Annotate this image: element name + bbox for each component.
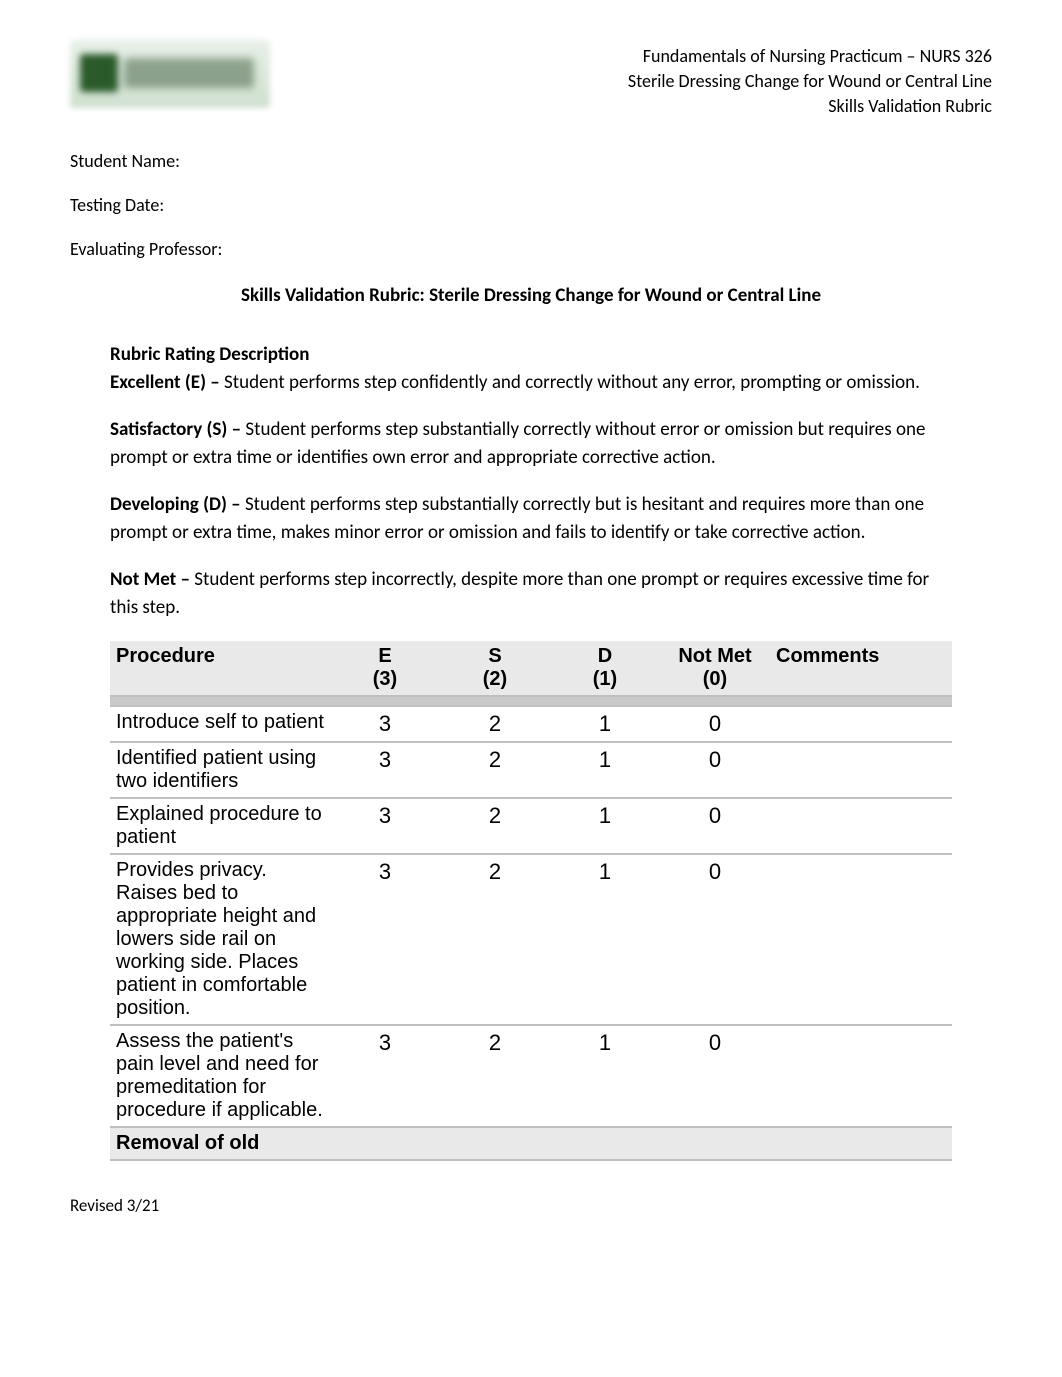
score-e: 3 <box>330 798 440 854</box>
procedure-cell: Provides privacy. Raises bed to appropri… <box>110 854 330 1025</box>
score-s: 2 <box>440 798 550 854</box>
score-nm: 0 <box>660 798 770 854</box>
col-header-notmet: Not Met(0) <box>660 641 770 696</box>
rubric-table: Procedure E(3) S(2) D(1) Not Met(0) Comm… <box>110 641 952 1161</box>
section-label: Removal of old <box>110 1127 952 1160</box>
rubric-notmet-text: Student performs step incorrectly, despi… <box>110 568 929 619</box>
procedure-cell: Identified patient using two identifiers <box>110 742 330 798</box>
score-d: 1 <box>550 742 660 798</box>
score-s: 2 <box>440 742 550 798</box>
table-row: Provides privacy. Raises bed to appropri… <box>110 854 952 1025</box>
header-line-1: Fundamentals of Nursing Practicum – NURS… <box>628 44 992 69</box>
comments-cell <box>770 798 952 854</box>
student-name-field: Student Name: <box>70 150 992 172</box>
procedure-cell: Explained procedure to patient <box>110 798 330 854</box>
col-header-e: E(3) <box>330 641 440 696</box>
header-line-3: Skills Validation Rubric <box>628 94 992 119</box>
testing-date-field: Testing Date: <box>70 194 992 216</box>
score-e: 3 <box>330 854 440 1025</box>
score-s: 2 <box>440 706 550 742</box>
score-e: 3 <box>330 742 440 798</box>
rubric-developing-label: Developing (D) – <box>110 493 245 516</box>
table-row: Assess the patient's pain level and need… <box>110 1025 952 1127</box>
table-header-row: Procedure E(3) S(2) D(1) Not Met(0) Comm… <box>110 641 952 696</box>
header-text-block: Fundamentals of Nursing Practicum – NURS… <box>628 40 992 120</box>
table-row: Introduce self to patient 3 2 1 0 <box>110 706 952 742</box>
score-e: 3 <box>330 706 440 742</box>
score-d: 1 <box>550 706 660 742</box>
comments-cell <box>770 1025 952 1127</box>
institution-logo <box>70 40 270 108</box>
score-s: 2 <box>440 1025 550 1127</box>
score-nm: 0 <box>660 742 770 798</box>
document-title: Skills Validation Rubric: Sterile Dressi… <box>70 284 992 307</box>
col-header-d: D(1) <box>550 641 660 696</box>
table-spacer <box>110 696 952 706</box>
score-d: 1 <box>550 854 660 1025</box>
rubric-excellent: Excellent (E) – Student performs step co… <box>110 369 952 397</box>
score-nm: 0 <box>660 706 770 742</box>
rubric-developing: Developing (D) – Student performs step s… <box>110 491 952 546</box>
score-d: 1 <box>550 1025 660 1127</box>
procedure-cell: Introduce self to patient <box>110 706 330 742</box>
rubric-excellent-label: Excellent (E) – <box>110 371 224 394</box>
procedure-cell: Assess the patient's pain level and need… <box>110 1025 330 1127</box>
col-header-s: S(2) <box>440 641 550 696</box>
rubric-excellent-text: Student performs step confidently and co… <box>224 371 920 394</box>
rubric-notmet: Not Met – Student performs step incorrec… <box>110 566 952 621</box>
score-nm: 0 <box>660 854 770 1025</box>
table-row: Identified patient using two identifiers… <box>110 742 952 798</box>
col-header-procedure: Procedure <box>110 641 330 696</box>
meta-fields: Student Name: Testing Date: Evaluating P… <box>70 150 992 260</box>
footer-revised: Revised 3/21 <box>70 1195 992 1216</box>
rubric-notmet-label: Not Met – <box>110 568 194 591</box>
score-nm: 0 <box>660 1025 770 1127</box>
rubric-heading: Rubric Rating Description <box>110 343 952 366</box>
score-d: 1 <box>550 798 660 854</box>
evaluating-professor-field: Evaluating Professor: <box>70 238 992 260</box>
header-line-2: Sterile Dressing Change for Wound or Cen… <box>628 69 992 94</box>
score-s: 2 <box>440 854 550 1025</box>
comments-cell <box>770 742 952 798</box>
table-section-row: Removal of old <box>110 1127 952 1160</box>
comments-cell <box>770 854 952 1025</box>
score-e: 3 <box>330 1025 440 1127</box>
rubric-satisfactory-label: Satisfactory (S) – <box>110 418 245 441</box>
table-row: Explained procedure to patient 3 2 1 0 <box>110 798 952 854</box>
rubric-satisfactory: Satisfactory (S) – Student performs step… <box>110 416 952 471</box>
col-header-comments: Comments <box>770 641 952 696</box>
comments-cell <box>770 706 952 742</box>
